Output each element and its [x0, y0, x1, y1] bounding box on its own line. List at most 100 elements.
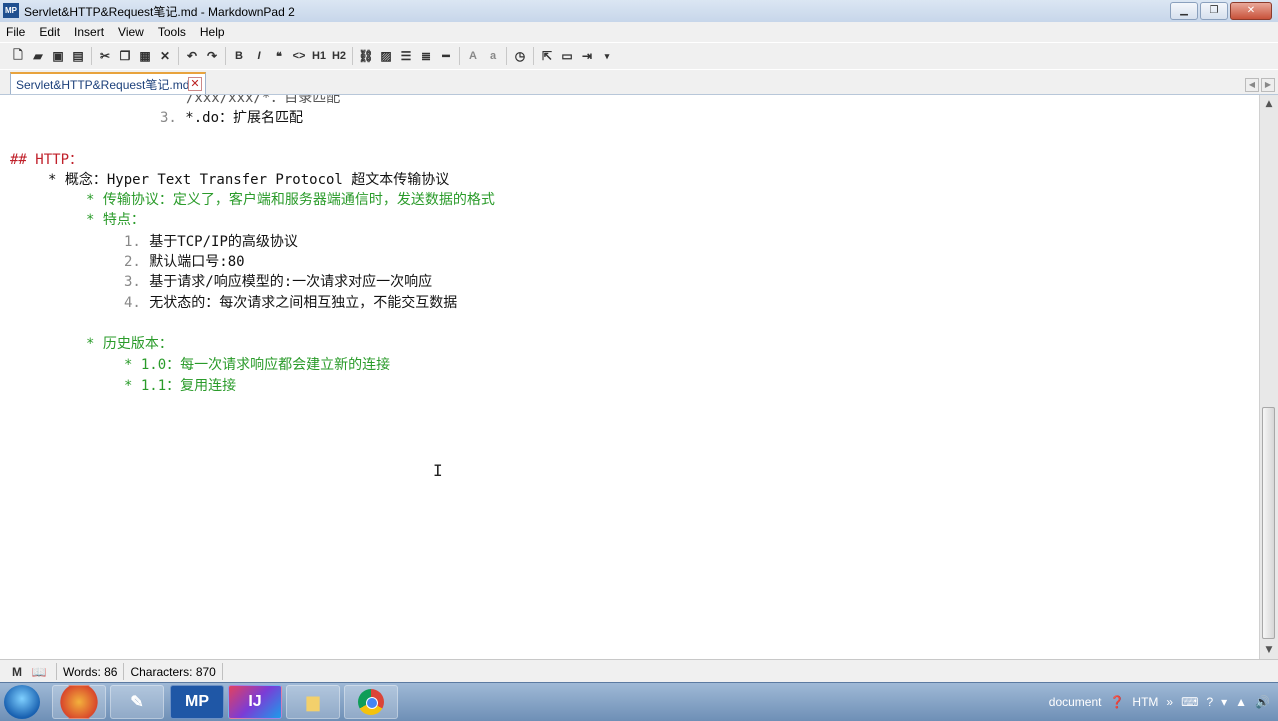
toolbar-divider [352, 47, 353, 65]
editor-line: 3. 基于请求/响应模型的:一次请求对应一次响应 [124, 274, 433, 290]
taskbar-notepad-icon[interactable]: ✎ [110, 685, 164, 719]
editor-line: 2. 默认端口号:80 [124, 254, 245, 270]
tab-scroll-left-icon[interactable]: ◀ [1245, 78, 1259, 92]
heading1-button[interactable]: H1 [309, 46, 329, 66]
start-button[interactable] [4, 685, 40, 719]
editor-line: * 传输协议：定义了，客户端和服务器端通信时，发送数据的格式 [86, 192, 495, 208]
system-tray: document ❓ HTM » ⌨ ? ▾ ▲ 🔊 [1049, 683, 1270, 721]
title-bar: MP Servlet&HTTP&Request笔记.md - MarkdownP… [0, 0, 1278, 23]
heading2-button[interactable]: H2 [329, 46, 349, 66]
editor-area[interactable]: /xxx/xxx/*：目录匹配 3. *.do：扩展名匹配 ## HTTP： *… [0, 95, 1259, 659]
tab-label: Servlet&HTTP&Request笔记.md [16, 77, 190, 92]
scroll-down-icon[interactable]: ▼ [1262, 643, 1276, 657]
tray-document-label[interactable]: document [1049, 695, 1102, 709]
tab-bar: Servlet&HTTP&Request笔记.md ✕ ◀ ▶ [0, 70, 1278, 95]
toolbar-overflow-icon[interactable]: ▾ [597, 46, 617, 66]
font-larger-button[interactable]: A [463, 46, 483, 66]
menu-help[interactable]: Help [194, 25, 233, 39]
editor-line: * 概念：Hyper Text Transfer Protocol 超文本传输协… [48, 172, 450, 188]
editor-line: * 特点： [86, 212, 145, 228]
timestamp-icon[interactable]: ◷ [510, 46, 530, 66]
taskbar-chrome-icon[interactable] [344, 685, 398, 719]
menu-bar: File Edit Insert View Tools Help [0, 22, 1278, 42]
toolbar-divider [225, 47, 226, 65]
taskbar-intellij-icon[interactable]: IJ [228, 685, 282, 719]
italic-button[interactable]: I [249, 46, 269, 66]
taskbar: ✎ MP IJ ▆ document ❓ HTM » ⌨ ? ▾ ▲ 🔊 [0, 682, 1278, 721]
toolbar-divider [178, 47, 179, 65]
toolbar-divider [91, 47, 92, 65]
undo-icon[interactable]: ↶ [182, 46, 202, 66]
editor-line: * 1.1：复用连接 [124, 378, 237, 394]
menu-edit[interactable]: Edit [33, 25, 68, 39]
taskbar-paint-icon[interactable] [52, 685, 106, 719]
taskbar-explorer-icon[interactable]: ▆ [286, 685, 340, 719]
open-folder-icon[interactable]: ▰ [28, 46, 48, 66]
tray-keyboard-icon[interactable]: ⌨ [1181, 695, 1198, 709]
text-cursor: I [433, 461, 443, 480]
close-button[interactable]: ✕ [1230, 2, 1272, 20]
link-icon[interactable]: ⛓ [356, 46, 376, 66]
save-icon[interactable]: ▣ [48, 46, 68, 66]
editor-line-cut-off: /xxx/xxx/*：目录匹配 [186, 95, 341, 106]
taskbar-markdownpad-icon[interactable]: MP [170, 685, 224, 719]
editor-line: 3. *.do：扩展名匹配 [160, 110, 304, 126]
code-button[interactable]: <> [289, 46, 309, 66]
chrome-logo-icon [358, 689, 384, 715]
scrollbar-thumb[interactable] [1262, 407, 1275, 639]
tab-close-icon[interactable]: ✕ [188, 77, 202, 91]
editor-line: * 历史版本： [86, 336, 173, 352]
font-smaller-button[interactable]: a [483, 46, 503, 66]
copy-icon[interactable]: ❐ [115, 46, 135, 66]
delete-icon[interactable]: ✕ [155, 46, 175, 66]
app-icon[interactable]: MP [3, 3, 19, 18]
window-title: Servlet&HTTP&Request笔记.md - MarkdownPad … [24, 5, 295, 19]
toolbar-divider [459, 47, 460, 65]
menu-view[interactable]: View [112, 25, 152, 39]
tray-htm-label[interactable]: HTM [1132, 695, 1158, 709]
new-file-icon[interactable]: 🗋 [8, 46, 28, 66]
minimize-button[interactable]: ▁ [1170, 2, 1198, 20]
export-icon[interactable]: ⇥ [577, 46, 597, 66]
status-divider [123, 663, 125, 680]
toolbar: 🗋 ▰ ▣ ▤ ✂ ❐ ▦ ✕ ↶ ↷ B I ❝ <> H1 H2 ⛓ ▨ ☰… [0, 43, 1278, 69]
quote-button[interactable]: ❝ [269, 46, 289, 66]
status-divider [221, 663, 223, 680]
tray-help-circle-icon[interactable]: ? [1206, 695, 1213, 709]
menu-tools[interactable]: Tools [152, 25, 194, 39]
paste-icon[interactable]: ▦ [135, 46, 155, 66]
bold-button[interactable]: B [229, 46, 249, 66]
toolbar-divider [506, 47, 507, 65]
scroll-up-icon[interactable]: ▲ [1262, 97, 1276, 111]
status-bar: M 📖 Words: 86 Characters: 870 [0, 659, 1278, 683]
maximize-button[interactable]: ❐ [1200, 2, 1228, 20]
markdown-mode-icon[interactable]: M [6, 665, 28, 679]
editor-line: 4. 无状态的：每次请求之间相互独立，不能交互数据 [124, 295, 458, 311]
tab-document[interactable]: Servlet&HTTP&Request笔记.md ✕ [10, 72, 206, 94]
menu-insert[interactable]: Insert [68, 25, 112, 39]
tray-overflow-icon[interactable]: » [1166, 695, 1173, 709]
ordered-list-icon[interactable]: ≣ [416, 46, 436, 66]
tray-volume-icon[interactable]: 🔊 [1255, 695, 1270, 709]
horizontal-rule-icon[interactable]: ━ [436, 46, 456, 66]
status-divider [56, 663, 57, 680]
unordered-list-icon[interactable]: ☰ [396, 46, 416, 66]
character-count: Characters: 870 [130, 664, 216, 679]
editor-line: 1. 基于TCP/IP的高级协议 [124, 234, 298, 250]
menu-file[interactable]: File [0, 25, 33, 39]
vertical-scrollbar[interactable]: ▲ ▼ [1259, 95, 1278, 659]
redo-icon[interactable]: ↷ [202, 46, 222, 66]
tray-menu-icon[interactable]: ▾ [1221, 695, 1227, 709]
book-icon[interactable]: 📖 [28, 665, 50, 679]
tab-scroll-right-icon[interactable]: ▶ [1261, 78, 1275, 92]
toolbar-divider [533, 47, 534, 65]
upload-icon[interactable]: ⇱ [537, 46, 557, 66]
cut-icon[interactable]: ✂ [95, 46, 115, 66]
image-icon[interactable]: ▨ [376, 46, 396, 66]
tray-up-arrow-icon[interactable]: ▲ [1235, 695, 1247, 709]
editor-line: * 1.0：每一次请求响应都会建立新的连接 [124, 357, 391, 373]
tray-help-icon[interactable]: ❓ [1109, 695, 1124, 709]
word-count: Words: 86 [63, 664, 118, 679]
save-all-icon[interactable]: ▤ [68, 46, 88, 66]
preview-icon[interactable]: ▭ [557, 46, 577, 66]
